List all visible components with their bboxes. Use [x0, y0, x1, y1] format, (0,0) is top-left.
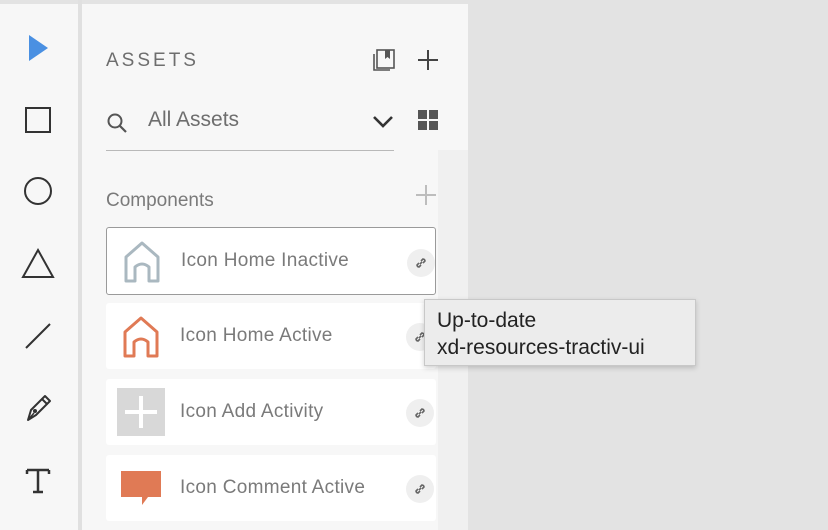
component-label: Icon Add Activity [180, 401, 324, 422]
chevron-down-icon[interactable] [372, 114, 394, 135]
component-label: Icon Home Active [180, 325, 333, 346]
rectangle-tool-icon[interactable] [14, 96, 62, 144]
select-tool-icon[interactable] [14, 24, 62, 72]
home-outline-icon [117, 312, 165, 360]
tooltip-status: Up-to-date [437, 309, 537, 332]
component-card-home-active[interactable]: Icon Home Active [106, 303, 436, 369]
home-outline-icon [118, 237, 166, 285]
component-card-comment-active[interactable]: Icon Comment Active [106, 455, 436, 521]
search-icon [106, 112, 128, 139]
link-status-tooltip: Up-to-date xd-resources-tractiv-ui [424, 299, 696, 366]
plus-icon [117, 388, 165, 436]
tool-bar [0, 0, 78, 530]
grid-view-icon[interactable] [413, 105, 443, 135]
tooltip-library-name: xd-resources-tractiv-ui [437, 336, 645, 359]
components-section-label: Components [106, 190, 214, 211]
asset-filter-value: All Assets [148, 108, 240, 131]
assets-panel: ASSETS All Assets Components Icon Home I… [82, 4, 468, 530]
speech-bubble-icon [117, 464, 165, 512]
ellipse-tool-icon[interactable] [14, 167, 62, 215]
add-component-icon[interactable] [411, 180, 441, 210]
component-card-home-inactive[interactable]: Icon Home Inactive [106, 227, 436, 295]
link-icon[interactable] [406, 475, 434, 503]
text-tool-icon[interactable] [14, 456, 62, 504]
polygon-tool-icon[interactable] [14, 240, 62, 288]
panel-title: ASSETS [106, 50, 199, 71]
link-icon[interactable] [407, 249, 435, 277]
component-label: Icon Home Inactive [181, 250, 350, 271]
pen-tool-icon[interactable] [14, 384, 62, 432]
line-tool-icon[interactable] [14, 312, 62, 360]
add-asset-icon[interactable] [413, 45, 443, 75]
component-label: Icon Comment Active [180, 477, 366, 498]
asset-filter-field[interactable]: All Assets [106, 100, 394, 151]
link-icon[interactable] [406, 399, 434, 427]
component-card-add-activity[interactable]: Icon Add Activity [106, 379, 436, 445]
library-icon[interactable] [369, 45, 399, 75]
